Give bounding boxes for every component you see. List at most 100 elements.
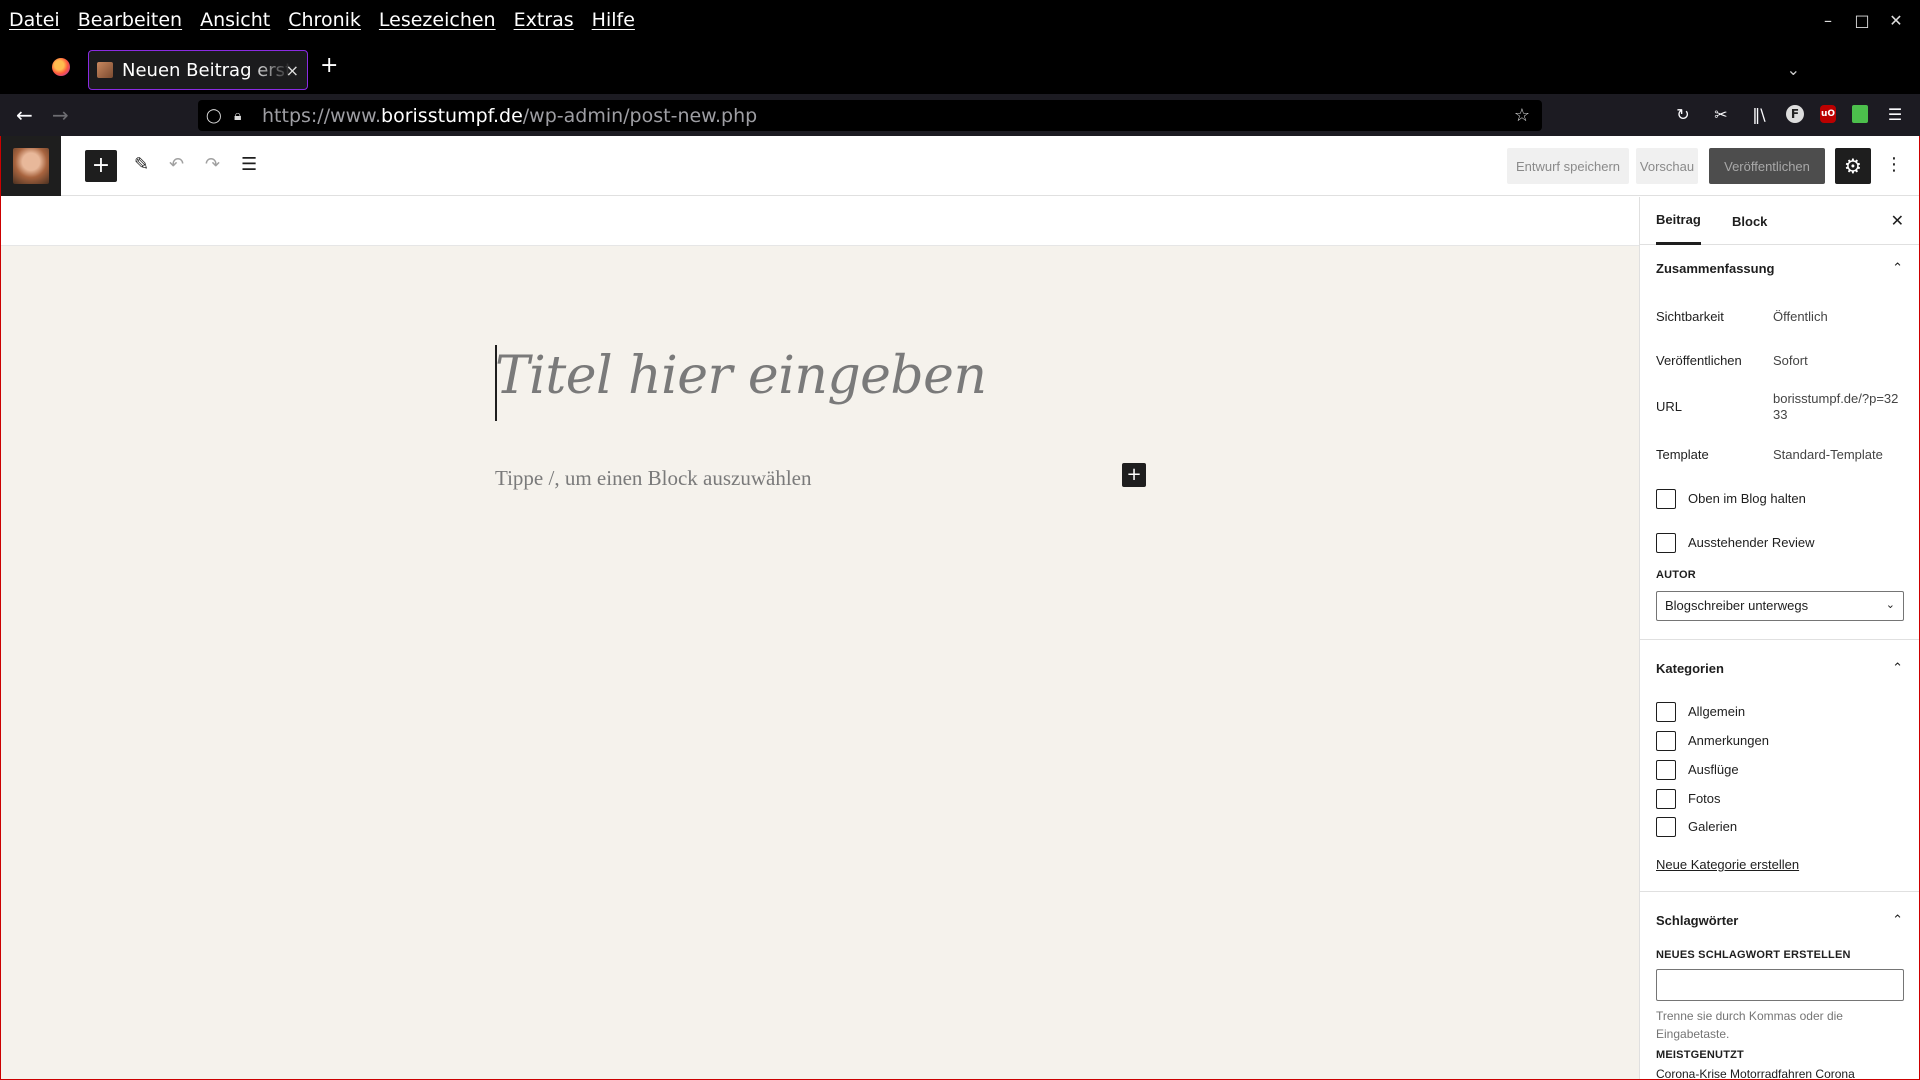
publish-button[interactable]: Veröffentlichen (1709, 148, 1825, 184)
screenshot-icon[interactable]: ✂ (1710, 103, 1732, 125)
wordpress-editor: + ✎ ↶ ↷ ☰ Entwurf speichern Vorschau Ver… (0, 136, 1920, 1080)
category-checkbox[interactable] (1656, 760, 1676, 780)
library-icon[interactable]: ‖\ (1748, 103, 1770, 125)
tab-block[interactable]: Block (1732, 197, 1767, 245)
avatar (13, 148, 49, 184)
tracking-protection-shield-icon[interactable]: ◯ (206, 108, 222, 124)
new-tag-label: NEUES SCHLAGWORT ERSTELLEN (1656, 949, 1851, 961)
menu-datei[interactable]: Datei (9, 9, 60, 31)
category-checkbox[interactable] (1656, 817, 1676, 837)
most-used-tags[interactable]: Corona-Krise Motorradfahren Corona (1656, 1067, 1855, 1079)
undo-icon[interactable]: ↶ (169, 154, 184, 176)
menu-lesezeichen[interactable]: Lesezeichen (379, 9, 496, 31)
account-f-icon[interactable]: F (1786, 105, 1804, 123)
author-select[interactable]: Blogschreiber unterwegs ⌄ (1656, 591, 1904, 621)
sidebar-tabs: Beitrag Block ✕ (1640, 197, 1919, 245)
browser-navbar: ← → ◯ 🔒︎ https://www.borisstumpf.de/wp-a… (0, 94, 1920, 136)
sticky-label: Oben im Blog halten (1688, 491, 1806, 506)
preview-button[interactable]: Vorschau (1636, 148, 1698, 184)
browser-tabbar: Neuen Beitrag erstellen × + ⌄ (0, 40, 1920, 94)
publish-date-value[interactable]: Sofort (1773, 353, 1903, 369)
template-label: Template (1656, 447, 1709, 462)
visibility-label: Sichtbarkeit (1656, 309, 1724, 324)
add-block-button[interactable]: + (1122, 463, 1146, 487)
category-label: Fotos (1688, 791, 1721, 806)
editor-header: + ✎ ↶ ↷ ☰ Entwurf speichern Vorschau Ver… (1, 136, 1919, 196)
close-sidebar-icon[interactable]: ✕ (1891, 211, 1904, 231)
menu-ansicht[interactable]: Ansicht (200, 9, 270, 31)
category-checkbox[interactable] (1656, 702, 1676, 722)
settings-sidebar: Beitrag Block ✕ Zusammenfassung ⌃ Sichtb… (1639, 197, 1919, 1079)
block-appender[interactable]: Tippe /, um einen Block auszuwählen (495, 466, 812, 491)
summary-heading[interactable]: Zusammenfassung (1656, 261, 1774, 276)
url-bar[interactable]: ◯ 🔒︎ https://www.borisstumpf.de/wp-admin… (198, 100, 1542, 131)
site-icon-button[interactable] (1, 136, 61, 196)
menu-extras[interactable]: Extras (514, 9, 574, 31)
visibility-value[interactable]: Öffentlich (1773, 309, 1903, 325)
category-label: Galerien (1688, 819, 1738, 834)
new-tab-button[interactable]: + (320, 55, 338, 77)
extension-green-icon[interactable] (1852, 105, 1868, 123)
divider (1640, 891, 1919, 892)
block-inserter-button[interactable]: + (85, 150, 117, 182)
menu-bearbeiten[interactable]: Bearbeiten (78, 9, 182, 31)
post-title-input[interactable]: Titel hier eingeben (495, 346, 987, 406)
url-label: URL (1656, 399, 1683, 414)
chevron-up-icon[interactable]: ⌃ (1892, 660, 1903, 676)
canvas-top-strip (1, 197, 1639, 246)
category-label: Anmerkungen (1688, 733, 1769, 748)
chevron-down-icon: ⌄ (1885, 599, 1895, 611)
category-label: Allgemein (1688, 704, 1746, 719)
reload-icon[interactable]: ↻ (1672, 103, 1694, 125)
most-used-label: MEISTGENUTZT (1656, 1049, 1744, 1061)
chevron-up-icon[interactable]: ⌃ (1892, 260, 1903, 276)
new-tag-input[interactable] (1656, 969, 1904, 1001)
chevron-up-icon[interactable]: ⌃ (1892, 912, 1903, 928)
url-prefix: https://www. (262, 104, 382, 127)
pending-review-checkbox[interactable] (1656, 533, 1676, 553)
menu-hilfe[interactable]: Hilfe (592, 9, 635, 31)
url-value[interactable]: borisstumpf.de/?p=3233 (1773, 391, 1901, 423)
list-all-tabs-icon[interactable]: ⌄ (1787, 60, 1800, 79)
forward-icon[interactable]: → (52, 104, 69, 126)
hamburger-menu-icon[interactable]: ☰ (1884, 103, 1906, 125)
lock-icon[interactable]: 🔒︎ (234, 108, 248, 124)
bookmark-star-icon[interactable]: ☆ (1514, 105, 1530, 126)
list-view-icon[interactable]: ☰ (241, 154, 257, 176)
category-checkbox[interactable] (1656, 731, 1676, 751)
save-draft-button[interactable]: Entwurf speichern (1507, 148, 1629, 184)
author-select-value: Blogschreiber unterwegs (1665, 598, 1809, 613)
tags-heading[interactable]: Schlagwörter (1656, 913, 1738, 928)
category-checkbox[interactable] (1656, 789, 1676, 809)
more-options-icon[interactable]: ⋮ (1885, 154, 1903, 176)
ublock-origin-icon[interactable]: uO (1820, 105, 1836, 123)
editor-canvas: Titel hier eingeben Tippe /, um einen Bl… (1, 197, 1639, 1079)
new-category-link[interactable]: Neue Kategorie erstellen (1656, 857, 1799, 872)
tab-active[interactable]: Neuen Beitrag erstellen × (88, 50, 308, 90)
redo-icon[interactable]: ↷ (205, 154, 220, 176)
back-icon[interactable]: ← (16, 104, 33, 126)
categories-heading[interactable]: Kategorien (1656, 661, 1724, 676)
site-favicon-icon (97, 62, 113, 78)
minimize-icon[interactable]: – (1818, 10, 1838, 30)
canvas-body[interactable]: Titel hier eingeben Tippe /, um einen Bl… (1, 246, 1639, 1079)
pending-review-label: Ausstehender Review (1688, 535, 1815, 550)
publish-date-label: Veröffentlichen (1656, 353, 1742, 368)
url-path: /wp-admin/post-new.php (522, 104, 758, 127)
close-window-icon[interactable]: ✕ (1886, 10, 1906, 30)
category-label: Ausflüge (1688, 762, 1739, 777)
settings-gear-icon[interactable]: ⚙ (1835, 148, 1871, 184)
url-text[interactable]: https://www.borisstumpf.de/wp-admin/post… (262, 105, 757, 127)
tag-help-text: Trenne sie durch Kommas oder die Eingabe… (1656, 1009, 1843, 1041)
pencil-tools-icon[interactable]: ✎ (134, 154, 149, 176)
divider (1640, 639, 1919, 640)
firefox-view-icon[interactable] (52, 58, 70, 76)
url-host: borisstumpf.de (381, 104, 523, 127)
tab-close-icon[interactable]: × (286, 61, 299, 80)
maximize-icon[interactable]: □ (1852, 10, 1872, 30)
sticky-checkbox[interactable] (1656, 489, 1676, 509)
menu-chronik[interactable]: Chronik (288, 9, 361, 31)
browser-menubar: Datei Bearbeiten Ansicht Chronik Lesezei… (0, 0, 1920, 40)
template-value[interactable]: Standard-Template (1773, 447, 1903, 463)
tab-beitrag[interactable]: Beitrag (1656, 197, 1701, 245)
